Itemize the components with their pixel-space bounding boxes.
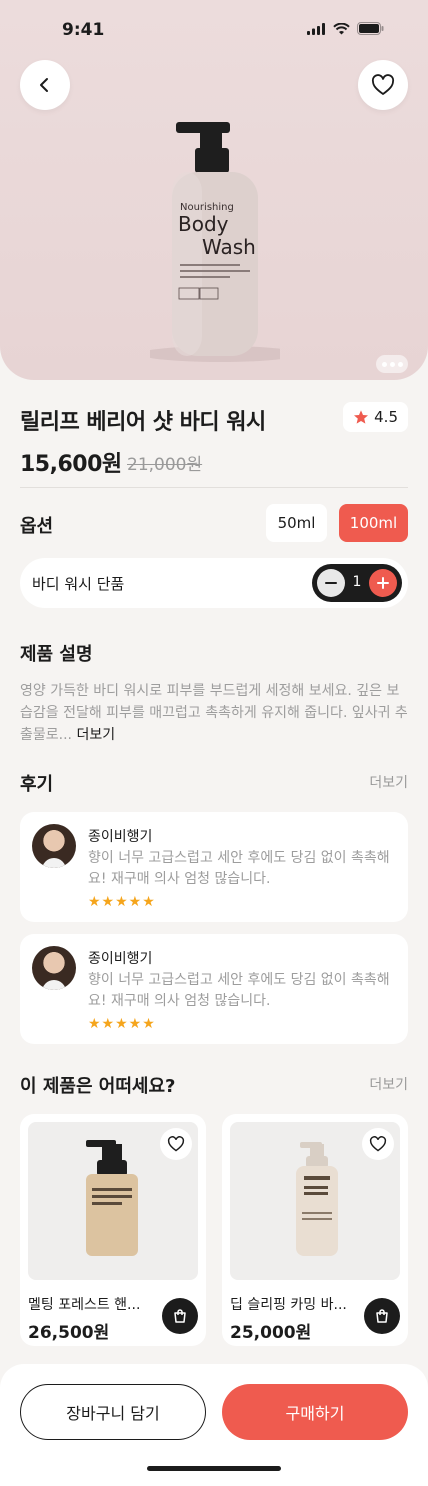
review-text: 향이 너무 고급스럽고 세안 후에도 당김 없이 촉촉해요! 재구매 의사 엄청… [88, 850, 390, 887]
selected-option-row: 바디 워시 단품 1 [20, 558, 408, 608]
add-to-cart-button[interactable]: 장바구니 담기 [20, 1384, 206, 1440]
bottle-label-line3: Wash [202, 235, 256, 259]
recommend-wishlist-button[interactable] [362, 1128, 394, 1160]
product-title: 릴리프 베리어 샷 바디 워시 [20, 410, 266, 435]
reviewer-name: 종이비행기 [88, 951, 153, 967]
heart-icon [167, 1136, 185, 1152]
recommend-product-price: 26,500원 [28, 1323, 110, 1343]
shopping-bag-icon [174, 1309, 186, 1323]
recommend-product-image [28, 1122, 198, 1280]
wishlist-button[interactable] [358, 60, 408, 110]
heart-icon [371, 74, 395, 95]
reviews-title: 후기 [20, 774, 54, 795]
add-to-bag-button[interactable] [162, 1298, 198, 1334]
recommend-product-card[interactable]: 멜팅 포레스트 핸... 26,500원 [20, 1114, 206, 1346]
quantity-increase-button[interactable] [369, 569, 397, 597]
review-stars: ★★★★★ [88, 1016, 156, 1032]
status-bar: 9:41 [0, 0, 428, 60]
option-100ml-button[interactable]: 100ml [339, 504, 408, 542]
description-text: 영양 가득한 바디 워시로 피부를 부드럽게 세정해 보세요. 깊은 보습감을 … [20, 680, 410, 746]
avatar [32, 824, 76, 868]
status-icons [307, 22, 384, 35]
review-text: 향이 너무 고급스럽고 세안 후에도 당김 없이 촉촉해요! 재구매 의사 엄청… [88, 972, 390, 1009]
quantity-stepper: 1 [312, 564, 402, 602]
recommend-more-link[interactable]: 더보기 [369, 1074, 408, 1094]
description-more-link[interactable]: 더보기 [76, 727, 115, 743]
image-pager-dots[interactable] [376, 355, 408, 373]
reviewer-name: 종이비행기 [88, 829, 153, 845]
signal-icon [307, 22, 325, 35]
review-stars: ★★★★★ [88, 894, 156, 910]
avatar [32, 946, 76, 990]
wifi-icon [333, 22, 350, 34]
star-icon [354, 410, 369, 424]
reviews-more-link[interactable]: 더보기 [369, 772, 408, 792]
recommend-title: 이 제품은 어떠세요? [20, 1076, 176, 1097]
recommend-product-name: 멜팅 포레스트 핸... [28, 1297, 141, 1313]
divider [20, 487, 408, 488]
option-50ml-button[interactable]: 50ml [266, 504, 327, 542]
bottom-action-bar: 장바구니 담기 구매하기 [0, 1364, 428, 1486]
recommend-product-price: 25,000원 [230, 1323, 312, 1343]
options-title: 옵션 [20, 516, 54, 537]
option-item-label: 바디 워시 단품 [32, 575, 125, 593]
status-time: 9:41 [62, 20, 105, 40]
review-card[interactable]: 종이비행기 향이 너무 고급스럽고 세안 후에도 당김 없이 촉촉해요! 재구매… [20, 934, 408, 1044]
chevron-left-icon [40, 78, 48, 92]
current-price: 15,600원 [20, 452, 122, 477]
heart-icon [369, 1136, 387, 1152]
add-to-bag-button[interactable] [364, 1298, 400, 1334]
description-title: 제품 설명 [20, 644, 93, 665]
buy-now-button[interactable]: 구매하기 [222, 1384, 408, 1440]
review-card[interactable]: 종이비행기 향이 너무 고급스럽고 세안 후에도 당김 없이 촉촉해요! 재구매… [20, 812, 408, 922]
product-bottle-image: Nourishing Body Wash [150, 122, 280, 362]
rating-value: 4.5 [374, 408, 398, 426]
recommend-wishlist-button[interactable] [160, 1128, 192, 1160]
shopping-bag-icon [376, 1309, 388, 1323]
original-price: 21,000원 [127, 455, 203, 475]
recommend-product-image [230, 1122, 400, 1280]
battery-icon [357, 22, 384, 35]
plus-icon [377, 577, 389, 589]
back-button[interactable] [20, 60, 70, 110]
rating-badge: 4.5 [343, 402, 408, 432]
home-indicator [147, 1466, 281, 1471]
recommend-product-name: 딥 슬리핑 카밍 바... [230, 1297, 347, 1313]
product-hero-image: 9:41 Nourishing Body Wash [0, 0, 428, 380]
bottle-label-line2: Body [178, 212, 229, 236]
recommend-product-card[interactable]: 딥 슬리핑 카밍 바... 25,000원 [222, 1114, 408, 1346]
